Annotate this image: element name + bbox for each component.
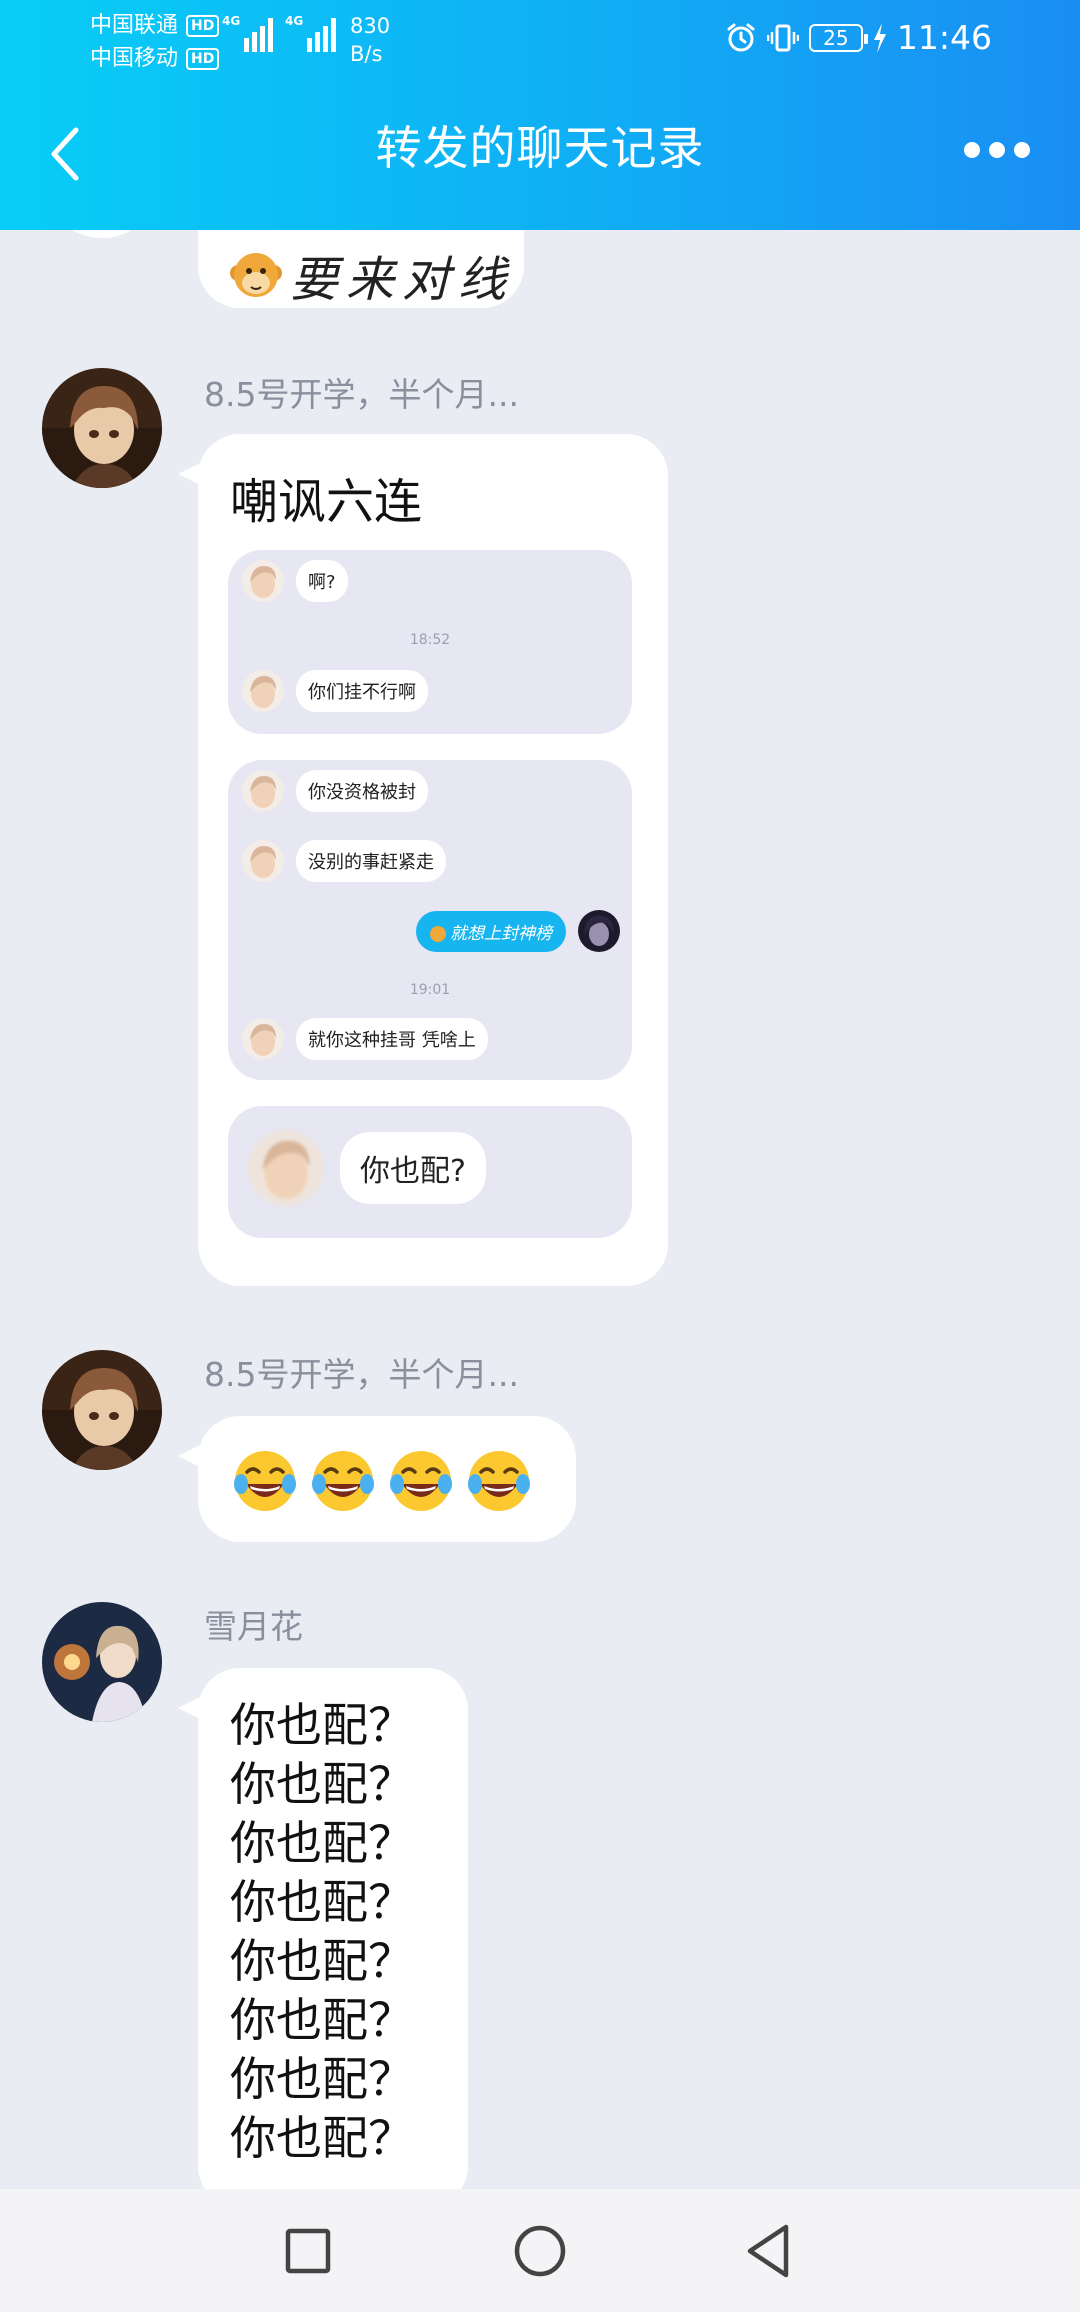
clock: 11:46 — [896, 18, 992, 57]
chat-line: 你没资格被封 — [296, 770, 428, 812]
forwarded-chat-card[interactable]: 嘲讽六连 啊? 18:52 你们挂不行啊 你没资格被封 没别的事赶紧走 就想上封… — [178, 434, 668, 1286]
carrier-1: 中国联通 — [90, 13, 179, 38]
avatar — [578, 910, 620, 952]
tears-of-joy-icon — [390, 1451, 452, 1511]
tears-of-joy-icon — [468, 1451, 530, 1511]
avatar — [242, 670, 284, 712]
sender-name: 雪月花 — [204, 1607, 303, 1646]
chat-line: 你们挂不行啊 — [296, 670, 428, 712]
speed-value: 830 — [350, 14, 391, 38]
system-navigation-bar — [0, 2189, 1080, 2312]
list-item: 就你这种挂哥 凭啥上 — [242, 1018, 488, 1060]
network-speed: 830 B/s — [350, 12, 390, 68]
message-line: 你也配？ — [230, 1757, 414, 1811]
chat-snippet[interactable]: 你也配? — [228, 1106, 632, 1238]
monkey-face-icon — [430, 925, 446, 942]
avatar[interactable] — [42, 230, 162, 238]
list-item: 没别的事赶紧走 — [242, 840, 446, 882]
avatar — [242, 770, 284, 812]
hd-badge: HD — [186, 47, 220, 70]
alarm-icon — [727, 23, 755, 51]
own-chat-line: 就想上封神榜 — [416, 910, 566, 952]
more-dot-icon — [989, 142, 1005, 158]
home-button[interactable] — [508, 2219, 572, 2283]
chat-line: 就你这种挂哥 凭啥上 — [296, 1018, 488, 1060]
tears-of-joy-icon — [312, 1451, 374, 1511]
chat-line: 没别的事赶紧走 — [296, 840, 446, 882]
back-button[interactable] — [738, 2219, 802, 2283]
message-line: 你也配？ — [230, 1993, 414, 2047]
sender-name: 8.5号开学，半个月... — [204, 375, 519, 414]
message-line: 你也配？ — [230, 2052, 414, 2106]
charging-icon — [873, 22, 886, 53]
header-bar: 中国联通 HD 中国移动 HD 4G 4G 830 B/s 25 11:46 转… — [0, 0, 1080, 230]
timestamp: 18:52 — [409, 632, 451, 648]
recent-apps-button[interactable] — [276, 2219, 340, 2283]
timestamp: 19:01 — [409, 982, 451, 998]
vibrate-icon — [766, 24, 799, 51]
battery-icon: 25 — [808, 23, 868, 52]
message-bubble[interactable] — [178, 1416, 576, 1542]
message-line: 你也配？ — [230, 2111, 414, 2165]
avatar — [242, 840, 284, 882]
more-button[interactable] — [964, 142, 1030, 158]
chat-line: 啊? — [296, 560, 348, 602]
avatar — [242, 560, 284, 602]
message-bubble[interactable]: 要来对线 — [198, 230, 524, 308]
avatar[interactable] — [42, 368, 162, 488]
carrier-info: 中国联通 HD 中国移动 HD — [90, 9, 220, 75]
signal-indicators: 4G 4G — [222, 14, 336, 52]
list-item: 你也配? — [248, 1130, 486, 1206]
chat-snippet[interactable]: 你没资格被封 没别的事赶紧走 就想上封神榜 19:01 就你这种挂哥 凭啥上 — [228, 760, 632, 1080]
card-title: 嘲讽六连 — [230, 474, 423, 530]
list-item: 你们挂不行啊 — [242, 670, 428, 712]
message-line: 你也配？ — [230, 1934, 414, 1988]
message-bubble[interactable]: 你也配？ 你也配？ 你也配？ 你也配？ 你也配？ 你也配？ 你也配？ 你也配？ — [178, 1668, 468, 2189]
chat-snippet[interactable]: 啊? 18:52 你们挂不行啊 — [228, 550, 632, 734]
avatar[interactable] — [42, 1350, 162, 1470]
more-dot-icon — [964, 142, 980, 158]
speed-unit: B/s — [350, 42, 383, 66]
status-right: 25 11:46 — [725, 18, 992, 57]
message-line: 你也配？ — [230, 1698, 414, 1752]
tears-of-joy-icon — [234, 1451, 296, 1511]
list-item: 你没资格被封 — [242, 770, 428, 812]
message-line: 你也配？ — [230, 1816, 414, 1870]
avatar — [242, 1018, 284, 1060]
message-text: 要来对线 — [290, 252, 515, 308]
signal-icon: 4G — [222, 14, 273, 52]
list-item: 啊? — [242, 560, 348, 602]
page-title: 转发的聊天记录 — [375, 121, 705, 175]
carrier-2: 中国移动 — [90, 46, 179, 71]
hd-badge: HD — [186, 14, 220, 37]
message-line: 你也配？ — [230, 1875, 414, 1929]
signal-icon: 4G — [285, 14, 336, 52]
avatar — [248, 1130, 324, 1206]
list-item: 就想上封神榜 — [416, 910, 620, 952]
more-dot-icon — [1014, 142, 1030, 158]
monkey-face-icon — [230, 253, 282, 297]
avatar[interactable] — [42, 1602, 162, 1722]
chat-line: 你也配? — [340, 1132, 486, 1204]
sender-name: 8.5号开学，半个月... — [204, 1355, 519, 1394]
chat-history[interactable]: 要来对线 8.5号开学，半个月... 嘲讽六连 啊? 18:52 你们挂不行啊 … — [0, 230, 1080, 2189]
